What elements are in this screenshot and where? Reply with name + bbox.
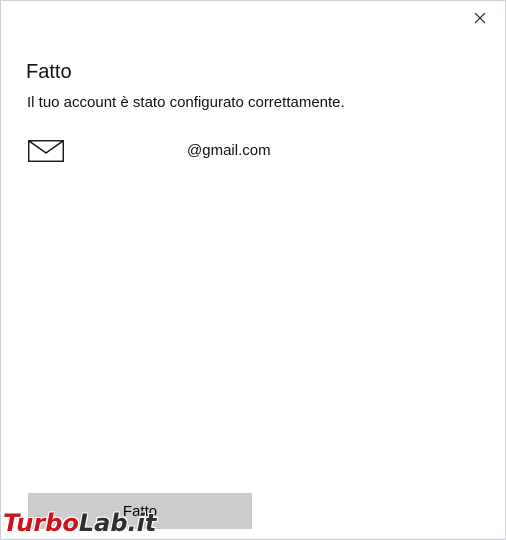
done-button[interactable]: Fatto: [28, 493, 252, 529]
account-email: @gmail.com: [187, 142, 271, 159]
close-icon: [474, 12, 486, 24]
dialog-title: Fatto: [26, 61, 72, 83]
success-message: Il tuo account è stato configurato corre…: [27, 94, 345, 111]
account-row: @gmail.com: [27, 138, 467, 164]
close-button[interactable]: [469, 7, 491, 29]
account-setup-dialog: Fatto Il tuo account è stato configurato…: [0, 0, 506, 540]
mail-icon: [28, 140, 64, 162]
